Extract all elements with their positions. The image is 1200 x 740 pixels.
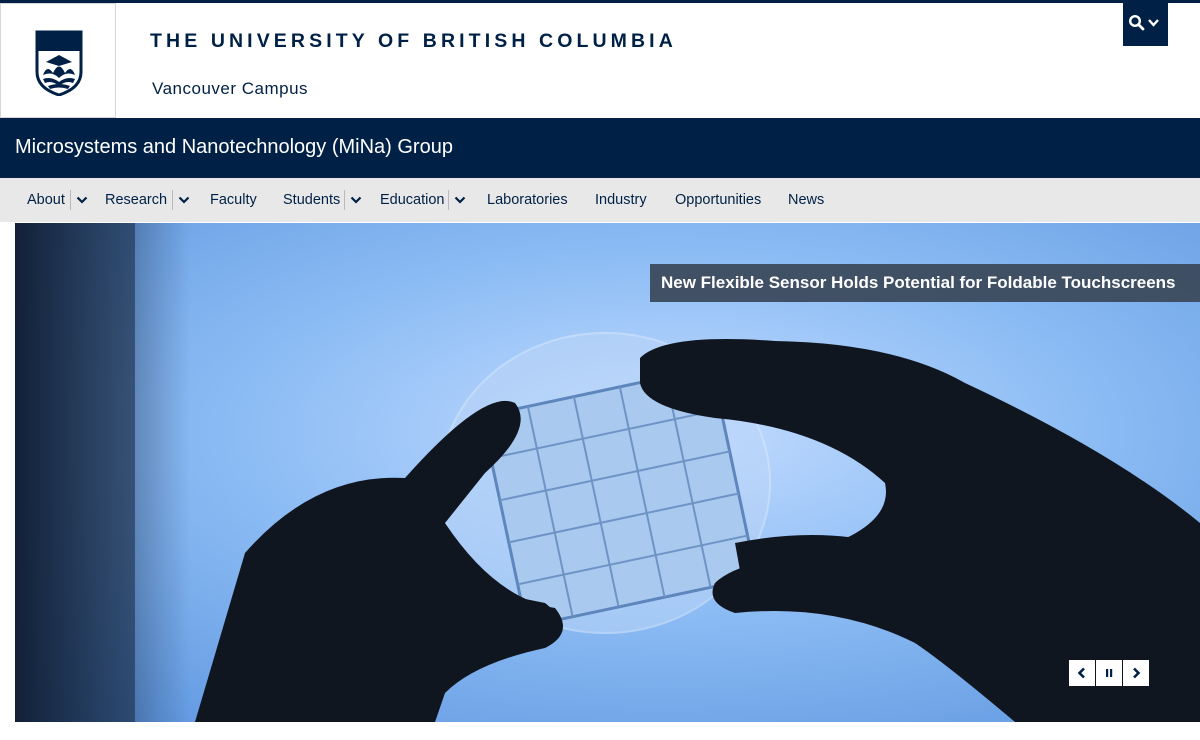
nav-item-students[interactable]: Students	[283, 178, 340, 222]
pause-icon	[1106, 669, 1113, 677]
search-icon	[1129, 15, 1159, 31]
campus-name[interactable]: Vancouver Campus	[152, 79, 308, 99]
slide-caption[interactable]: New Flexible Sensor Holds Potential for …	[650, 264, 1200, 302]
university-header: THE UNIVERSITY OF BRITISH COLUMBIA Vanco…	[0, 3, 1200, 118]
slider-pause-button[interactable]	[1096, 660, 1122, 686]
nav-item-news[interactable]: News	[788, 178, 824, 222]
slider-previous-button[interactable]	[1069, 660, 1095, 686]
nav-item-faculty[interactable]: Faculty	[210, 178, 257, 222]
ubc-crest-logo	[35, 30, 83, 96]
nav-students-dropdown-toggle[interactable]	[344, 190, 366, 210]
nav-research-dropdown-toggle[interactable]	[172, 190, 194, 210]
chevron-down-icon	[454, 196, 466, 204]
search-toggle-button[interactable]	[1123, 3, 1168, 46]
unit-title[interactable]: Microsystems and Nanotechnology (MiNa) G…	[15, 136, 453, 159]
main-navigation: About Research Faculty Students Educatio…	[0, 178, 1200, 222]
university-name[interactable]: THE UNIVERSITY OF BRITISH COLUMBIA	[150, 30, 677, 53]
nav-education-dropdown-toggle[interactable]	[448, 190, 470, 210]
slide-caption-text[interactable]: New Flexible Sensor Holds Potential for …	[661, 273, 1176, 293]
unit-title-bar: Microsystems and Nanotechnology (MiNa) G…	[0, 118, 1200, 178]
chevron-down-icon	[76, 196, 88, 204]
nav-about-dropdown-toggle[interactable]	[70, 190, 92, 210]
chevron-right-icon	[1133, 667, 1141, 679]
nav-item-laboratories[interactable]: Laboratories	[487, 178, 568, 222]
chevron-down-icon	[1148, 19, 1159, 27]
nav-item-about[interactable]: About	[27, 178, 65, 222]
chevron-left-icon	[1077, 667, 1085, 679]
chevron-down-icon	[178, 196, 190, 204]
nav-item-industry[interactable]: Industry	[595, 178, 647, 222]
nav-item-research[interactable]: Research	[105, 178, 167, 222]
hero-slider: New Flexible Sensor Holds Potential for …	[15, 223, 1200, 722]
nav-item-education[interactable]: Education	[380, 178, 445, 222]
slider-next-button[interactable]	[1123, 660, 1149, 686]
ubc-logo-link[interactable]	[0, 3, 116, 118]
chevron-down-icon	[350, 196, 362, 204]
nav-item-opportunities[interactable]: Opportunities	[675, 178, 761, 222]
